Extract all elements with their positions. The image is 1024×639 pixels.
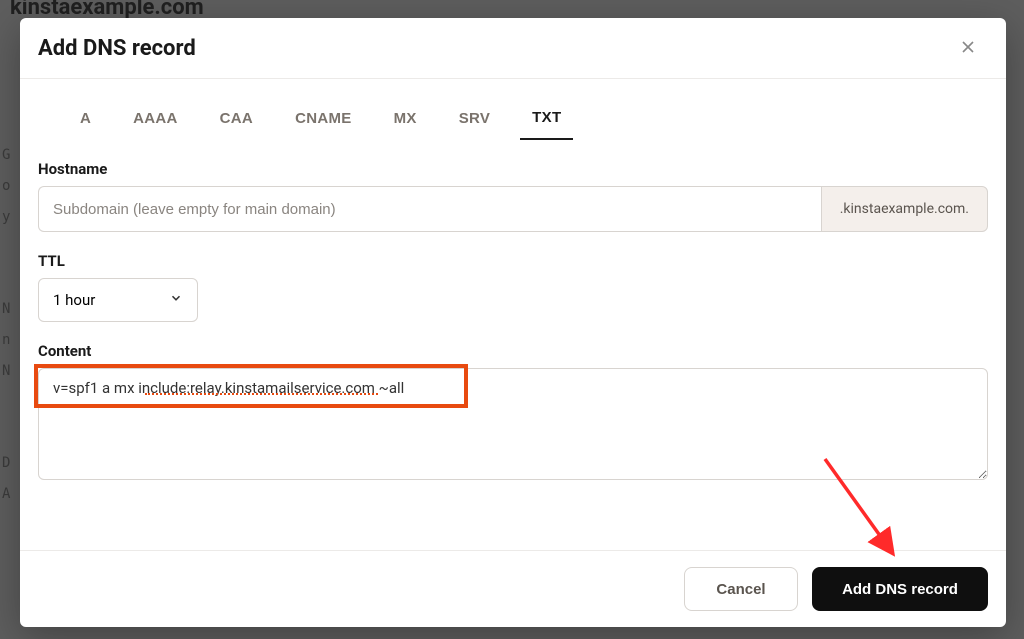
tab-srv[interactable]: SRV (447, 105, 502, 140)
modal-title: Add DNS record (38, 36, 196, 61)
hostname-input[interactable] (38, 186, 821, 232)
close-button[interactable] (954, 34, 982, 62)
modal-body: A AAAA CAA CNAME MX SRV TXT Hostname .ki… (20, 79, 1006, 534)
tab-caa[interactable]: CAA (208, 105, 265, 140)
backdrop-domain-title: kinstaexample.com (10, 0, 204, 20)
tab-mx[interactable]: MX (382, 105, 429, 140)
tabs-container: A AAAA CAA CNAME MX SRV TXT (38, 89, 988, 140)
add-dns-record-modal: Add DNS record A AAAA CAA CNAME MX SRV T… (20, 18, 1006, 627)
modal-footer: Cancel Add DNS record (20, 550, 1006, 627)
content-textarea[interactable] (38, 368, 988, 480)
hostname-label: Hostname (38, 160, 988, 178)
tab-cname[interactable]: CNAME (283, 105, 364, 140)
chevron-down-icon (169, 291, 183, 309)
hostname-field: Hostname .kinstaexample.com. (38, 160, 988, 232)
ttl-select[interactable]: 1 hour (38, 278, 198, 322)
content-field: Content (38, 342, 988, 484)
add-dns-record-button[interactable]: Add DNS record (812, 567, 988, 611)
close-icon (960, 39, 976, 58)
modal-header: Add DNS record (20, 18, 1006, 79)
ttl-label: TTL (38, 252, 988, 270)
tab-a[interactable]: A (68, 105, 103, 140)
record-type-tabs: A AAAA CAA CNAME MX SRV TXT (38, 89, 988, 140)
ttl-field: TTL 1 hour (38, 252, 988, 322)
cancel-button[interactable]: Cancel (684, 567, 798, 611)
tab-aaaa[interactable]: AAAA (121, 105, 190, 140)
backdrop-left-chars: G o y N n N D A (2, 140, 10, 510)
hostname-row: .kinstaexample.com. (38, 186, 988, 232)
content-label: Content (38, 342, 988, 360)
hostname-domain-suffix: .kinstaexample.com. (821, 186, 988, 232)
ttl-selected-value: 1 hour (53, 291, 95, 309)
tab-txt[interactable]: TXT (520, 105, 573, 140)
